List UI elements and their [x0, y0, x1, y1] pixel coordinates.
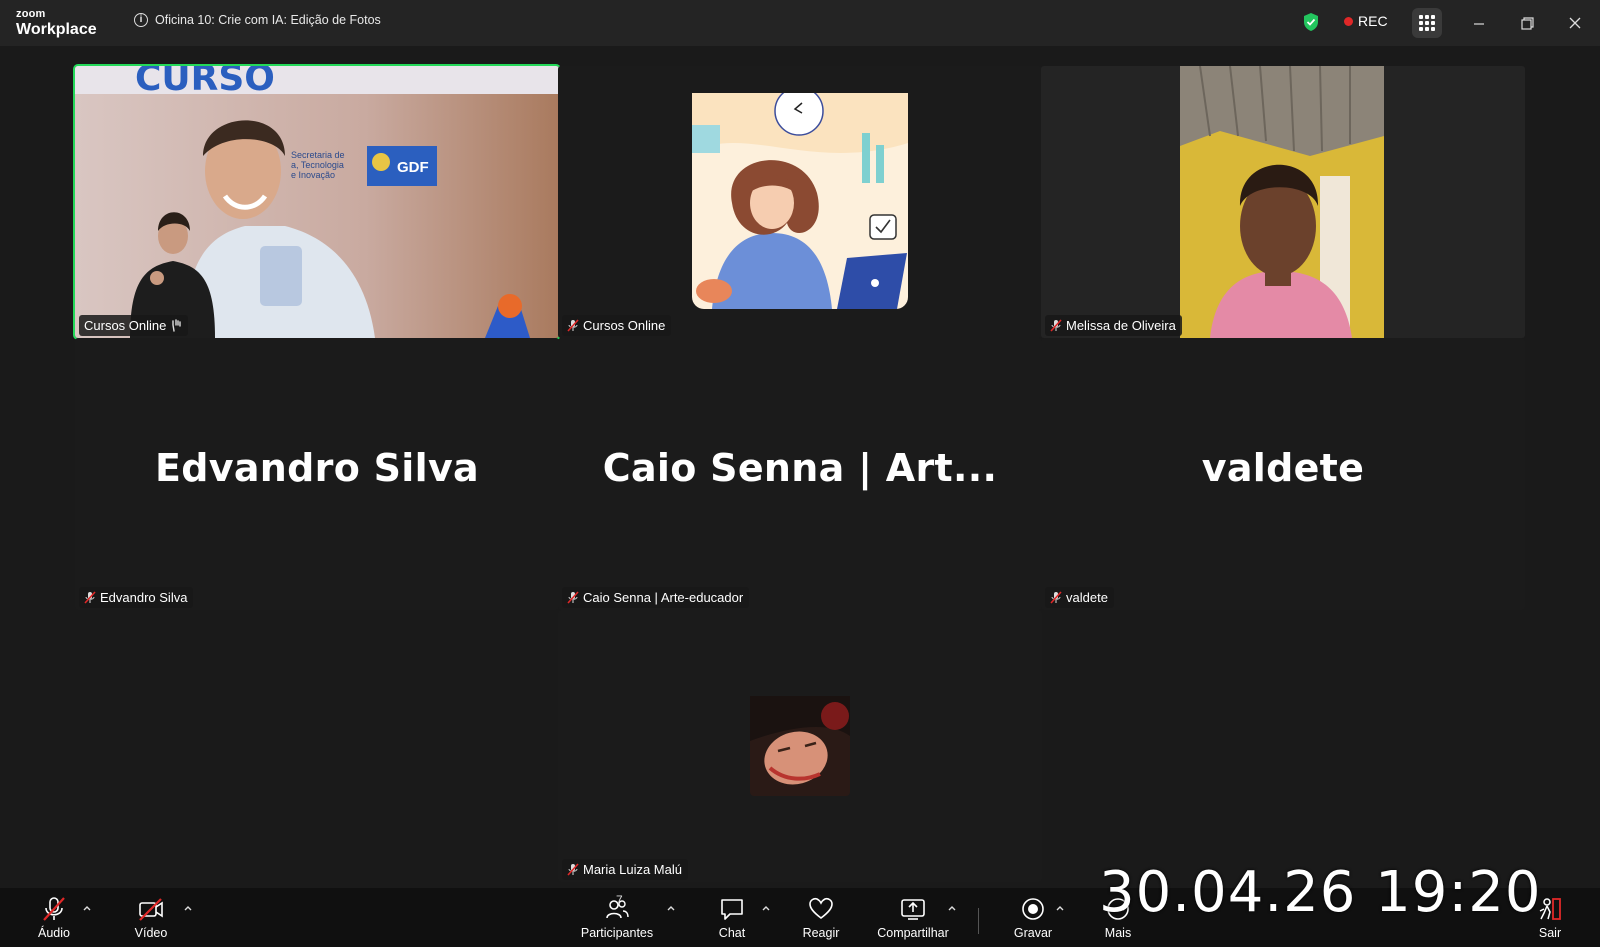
- chevron-up-icon: [667, 906, 675, 911]
- record-button[interactable]: Gravar: [1012, 888, 1054, 947]
- muted-mic-icon: [567, 319, 579, 332]
- participant-name: valdete: [1066, 590, 1108, 605]
- participant-name: Cursos Online: [84, 318, 167, 333]
- chevron-up-icon: [762, 906, 770, 911]
- minimize-icon: [1474, 23, 1484, 25]
- svg-text:CURSO: CURSO: [135, 66, 275, 99]
- participant-name-tag: Maria Luiza Malú: [562, 859, 688, 880]
- svg-text:Secretaria de: Secretaria de: [291, 150, 345, 160]
- close-button[interactable]: [1562, 10, 1588, 36]
- share-options-caret[interactable]: [946, 900, 958, 911]
- participant-name-tag: Edvandro Silva: [79, 587, 194, 608]
- video-tile-caio-senna[interactable]: Caio Senna | Art... Caio Senna | Arte-ed…: [558, 338, 1042, 610]
- raised-hand-icon: [172, 319, 182, 332]
- video-label: Vídeo: [134, 926, 168, 940]
- chat-icon: [721, 899, 743, 920]
- restore-button[interactable]: [1514, 10, 1540, 36]
- chat-options-caret[interactable]: [760, 900, 772, 911]
- participants-button[interactable]: 7 Participantes: [578, 888, 656, 947]
- participant-name-tag: Cursos Online: [562, 315, 672, 336]
- share-label: Compartilhar: [877, 926, 949, 940]
- chat-button[interactable]: Chat: [714, 888, 750, 947]
- participant-name-tag: Caio Senna | Arte-educador: [562, 587, 750, 608]
- chevron-up-icon: [184, 906, 192, 911]
- chevron-up-icon: [83, 906, 91, 911]
- share-screen-icon: [901, 899, 925, 920]
- participant-name-tag: Cursos Online: [79, 315, 189, 336]
- participant-name: Maria Luiza Malú: [583, 862, 682, 877]
- encryption-shield-icon[interactable]: [1302, 12, 1320, 32]
- muted-mic-icon: [1050, 319, 1062, 332]
- participant-name: Caio Senna | Arte-educador: [583, 590, 744, 605]
- svg-text:e Inovação: e Inovação: [291, 170, 335, 180]
- react-button[interactable]: Reagir: [800, 888, 842, 947]
- participant-name: Melissa de Oliveira: [1066, 318, 1176, 333]
- share-button[interactable]: Compartilhar: [872, 888, 954, 947]
- svg-text:GDF: GDF: [397, 159, 429, 176]
- muted-mic-icon: [43, 897, 65, 921]
- svg-text:a, Tecnologia: a, Tecnologia: [291, 160, 344, 170]
- video-options-caret[interactable]: [182, 900, 194, 911]
- rec-dot-icon: [1344, 16, 1353, 26]
- minimize-button[interactable]: [1466, 10, 1492, 36]
- heart-icon: [809, 897, 833, 920]
- video-off-icon: [139, 898, 163, 921]
- chat-label: Chat: [718, 926, 746, 940]
- toolbar-divider: [978, 908, 979, 934]
- record-options-caret[interactable]: [1054, 900, 1066, 911]
- info-icon[interactable]: i: [134, 13, 148, 27]
- video-tile-edvandro-silva[interactable]: Edvandro Silva Edvandro Silva: [75, 338, 559, 610]
- participant-name: Edvandro Silva: [100, 590, 188, 605]
- brand-name: Workplace: [16, 21, 97, 38]
- close-icon: [1569, 17, 1581, 29]
- record-label: Gravar: [1013, 926, 1053, 940]
- title-bar: zoom Workplace i Oficina 10: Crie com IA…: [0, 0, 1600, 46]
- restore-icon: [1521, 17, 1534, 30]
- leave-label: Sair: [1538, 926, 1562, 940]
- recording-indicator[interactable]: REC: [1344, 13, 1388, 29]
- participant-video: [1180, 66, 1384, 338]
- participant-avatar: [750, 696, 850, 796]
- record-icon: [1022, 898, 1044, 920]
- participant-display-name: Caio Senna | Art...: [602, 446, 998, 490]
- video-tile-cursos-online-2[interactable]: Cursos Online: [558, 66, 1042, 338]
- participant-name-tag: valdete: [1045, 587, 1114, 608]
- rec-label: REC: [1358, 13, 1388, 29]
- participants-options-caret[interactable]: [665, 900, 677, 911]
- zoom-workplace-logo: zoom Workplace: [16, 9, 97, 38]
- more-label: Mais: [1104, 926, 1132, 940]
- chevron-up-icon: [1056, 906, 1064, 911]
- participant-name: Cursos Online: [583, 318, 666, 333]
- apps-grid-icon[interactable]: [1412, 8, 1442, 38]
- timestamp-overlay: 30.04.26 19:20: [1099, 860, 1542, 925]
- meeting-info[interactable]: i Oficina 10: Crie com IA: Edição de Fot…: [134, 13, 381, 27]
- muted-mic-icon: [84, 591, 96, 604]
- video-tile-melissa-de-oliveira[interactable]: Melissa de Oliveira: [1041, 66, 1525, 338]
- video-tile-cursos-online[interactable]: CURSO GDF Secretaria de a, Tecnologia e …: [73, 64, 561, 340]
- participant-avatar: [692, 93, 908, 309]
- muted-mic-icon: [567, 591, 579, 604]
- video-button[interactable]: Vídeo: [131, 888, 171, 947]
- muted-mic-icon: [567, 863, 579, 876]
- video-tile-valdete[interactable]: valdete valdete: [1041, 338, 1525, 610]
- participant-display-name: Edvandro Silva: [155, 446, 479, 490]
- muted-mic-icon: [1050, 591, 1062, 604]
- audio-button[interactable]: Áudio: [36, 888, 72, 947]
- chevron-up-icon: [948, 906, 956, 911]
- participant-display-name: valdete: [1201, 446, 1365, 490]
- react-label: Reagir: [802, 926, 840, 940]
- audio-label: Áudio: [38, 926, 70, 940]
- brand-small: zoom: [16, 8, 46, 20]
- audio-options-caret[interactable]: [81, 900, 93, 911]
- video-tile-maria-luiza-malu[interactable]: Maria Luiza Malú: [558, 610, 1042, 882]
- participants-count: 7: [616, 893, 623, 907]
- meeting-title: Oficina 10: Crie com IA: Edição de Fotos: [155, 13, 381, 27]
- participants-label: Participantes: [580, 926, 654, 940]
- participant-name-tag: Melissa de Oliveira: [1045, 315, 1182, 336]
- participant-video: CURSO GDF Secretaria de a, Tecnologia e …: [75, 66, 559, 338]
